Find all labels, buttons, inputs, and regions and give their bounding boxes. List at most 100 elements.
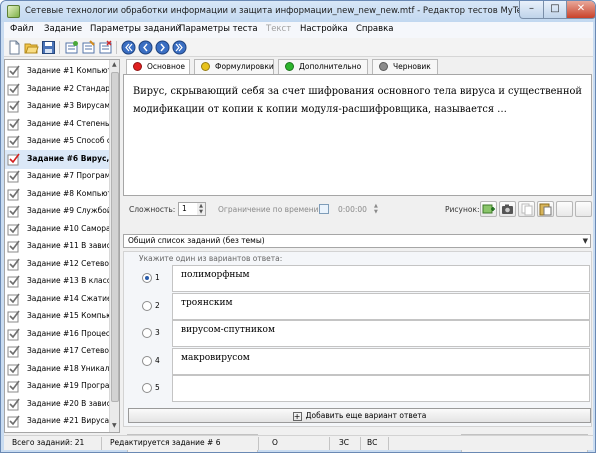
answer-field[interactable]: вирусом-спутником xyxy=(172,320,590,347)
save-icon[interactable] xyxy=(41,40,56,55)
maximize-button[interactable]: □ xyxy=(543,1,567,19)
menu-file[interactable]: Файл xyxy=(10,24,33,34)
title-bar[interactable]: Сетевые технологии обработки информации … xyxy=(1,1,595,22)
answer-field[interactable]: троянским xyxy=(172,292,590,320)
close-button[interactable]: ✕ xyxy=(566,1,595,19)
task-list-item[interactable]: Задание #5 Способ о xyxy=(5,132,110,151)
task-list-item[interactable]: Задание #12 Сетевое xyxy=(5,255,110,274)
open-folder-icon[interactable] xyxy=(24,40,39,55)
dropdown-arrow-icon[interactable]: ▼ xyxy=(583,235,588,247)
answer-field[interactable] xyxy=(172,375,590,402)
nav-first-icon[interactable] xyxy=(121,40,136,55)
tab-main[interactable]: Основное xyxy=(126,59,190,74)
yellow-status-icon xyxy=(201,62,210,71)
menu-task[interactable]: Задание xyxy=(44,24,82,34)
task-list-item[interactable]: Задание #1 Компьют xyxy=(5,62,110,81)
status-o: O xyxy=(272,438,278,447)
menu-text[interactable]: Текст xyxy=(266,24,291,34)
tab-draft[interactable]: Черновик xyxy=(372,59,438,74)
task-list-item[interactable]: Задание #6 Вирус, xyxy=(5,149,110,169)
answer-radio[interactable] xyxy=(142,300,152,311)
tab-wordings[interactable]: Формулировки xyxy=(194,59,274,74)
checklist-icon xyxy=(7,152,21,166)
task-list-item[interactable]: Задание #18 Уникал xyxy=(5,360,110,379)
add-answer-button[interactable]: + Добавить еще вариант ответа xyxy=(128,408,591,423)
answer-field[interactable]: макровирусом xyxy=(172,347,590,375)
task-label: Задание #10 Саморас xyxy=(27,223,110,233)
answer-radio[interactable] xyxy=(142,273,152,283)
task-delete-icon[interactable] xyxy=(98,40,113,55)
answers-panel: Укажите один из вариантов ответа: 1 полим… xyxy=(123,251,592,427)
add-picture-button[interactable] xyxy=(480,201,497,217)
answer-radio[interactable] xyxy=(142,383,152,393)
scroll-down-arrow-icon[interactable]: ▼ xyxy=(112,422,117,429)
task-edit-icon[interactable] xyxy=(81,40,96,55)
minimize-button[interactable]: – xyxy=(519,1,544,19)
checklist-icon xyxy=(7,362,21,376)
task-list-item[interactable]: Задание #14 Сжатие xyxy=(5,290,110,309)
task-list-item[interactable]: Задание #16 Процесс xyxy=(5,325,110,344)
task-list-item[interactable]: Задание #21 Вирусам xyxy=(5,412,110,431)
answer-number: 2 xyxy=(155,300,160,310)
menu-settings[interactable]: Настройка xyxy=(300,24,348,34)
copy-picture-button[interactable] xyxy=(518,201,535,217)
nav-prev-icon[interactable] xyxy=(138,40,153,55)
answer-number: 5 xyxy=(155,383,160,392)
question-text-editor[interactable]: Вирус, скрывающий себя за счет шифровани… xyxy=(123,74,592,196)
answer-radio[interactable] xyxy=(142,328,152,338)
task-label: Задание #5 Способ о xyxy=(27,136,110,145)
task-label: Задание #17 Сетевой xyxy=(27,346,110,355)
scroll-up-arrow-icon[interactable]: ▲ xyxy=(112,61,117,68)
status-separator xyxy=(360,437,361,450)
complexity-stepper[interactable]: 1 ▲ ▼ xyxy=(178,202,206,216)
stepper-down-icon[interactable]: ▼ xyxy=(197,209,205,215)
task-options-bar: Сложность: 1 ▲ ▼ Ограничение по времени:… xyxy=(123,200,592,218)
task-label: Задание #1 Компьют xyxy=(27,66,110,75)
task-list-item[interactable]: Задание #17 Сетевой xyxy=(5,342,110,361)
task-list-item[interactable]: Задание #7 Програм xyxy=(5,167,110,186)
picture-button-6[interactable] xyxy=(575,201,592,217)
tab-additional[interactable]: Дополнительно xyxy=(278,59,368,74)
nav-last-icon[interactable] xyxy=(172,40,187,55)
new-file-icon[interactable] xyxy=(7,40,22,55)
picture-button-5[interactable] xyxy=(556,201,573,217)
task-list-scrollbar[interactable]: ▲ ▼ xyxy=(109,60,119,432)
task-list-item[interactable]: Задание #15 Компью xyxy=(5,307,110,326)
app-icon xyxy=(7,5,20,18)
checklist-icon xyxy=(7,397,21,411)
task-list-item[interactable]: Задание #9 Службой xyxy=(5,202,110,221)
task-label: Задание #2 Стандар xyxy=(27,83,110,93)
scrollbar-thumb[interactable] xyxy=(111,72,119,402)
task-list-item[interactable]: Задание #3 Вирусами xyxy=(5,97,110,116)
paste-picture-button[interactable] xyxy=(537,201,554,217)
task-list-item[interactable]: Задание #20 В завис xyxy=(5,395,110,414)
task-label: Задание #12 Сетевое xyxy=(27,258,110,268)
app-window: Сетевые технологии обработки информации … xyxy=(0,0,596,453)
task-label: Задание #14 Сжатие xyxy=(27,293,110,303)
task-list-item[interactable]: Задание #11 В завис xyxy=(5,237,110,256)
task-list-item[interactable]: Задание #13 В класс xyxy=(5,272,110,291)
client-area: Файл Задание Параметры заданий Параметры… xyxy=(4,22,593,452)
status-editing: Редактируется задание # 6 xyxy=(110,438,221,447)
time-value[interactable]: 0:00:00 xyxy=(338,205,367,214)
menu-help[interactable]: Справка xyxy=(356,24,393,34)
status-separator xyxy=(101,437,102,450)
answer-field[interactable]: полиморфным xyxy=(172,265,590,292)
nav-next-icon[interactable] xyxy=(155,40,170,55)
task-add-icon[interactable] xyxy=(64,40,79,55)
task-list-item[interactable]: Задание #8 Компьют xyxy=(5,185,110,204)
status-separator xyxy=(329,437,330,450)
time-limit-checkbox[interactable] xyxy=(319,204,329,214)
task-list-item[interactable]: Задание #4 Степень xyxy=(5,115,110,134)
task-list-item[interactable]: Задание #2 Стандар xyxy=(5,80,110,99)
menu-task-params[interactable]: Параметры заданий xyxy=(90,24,181,34)
topic-select[interactable]: Общий список заданий (без темы) ▼ xyxy=(123,234,591,248)
time-stepper-icon[interactable]: ▲ ▼ xyxy=(374,203,378,215)
task-list-item[interactable]: Задание #19 Програм xyxy=(5,377,110,396)
menu-test-params[interactable]: Параметры теста xyxy=(179,24,258,34)
picture-label: Рисунок: xyxy=(445,205,480,214)
answer-radio[interactable] xyxy=(142,355,152,366)
green-status-icon xyxy=(285,62,294,71)
task-list-item[interactable]: Задание #10 Саморас xyxy=(5,220,110,239)
camera-button[interactable] xyxy=(499,201,516,217)
